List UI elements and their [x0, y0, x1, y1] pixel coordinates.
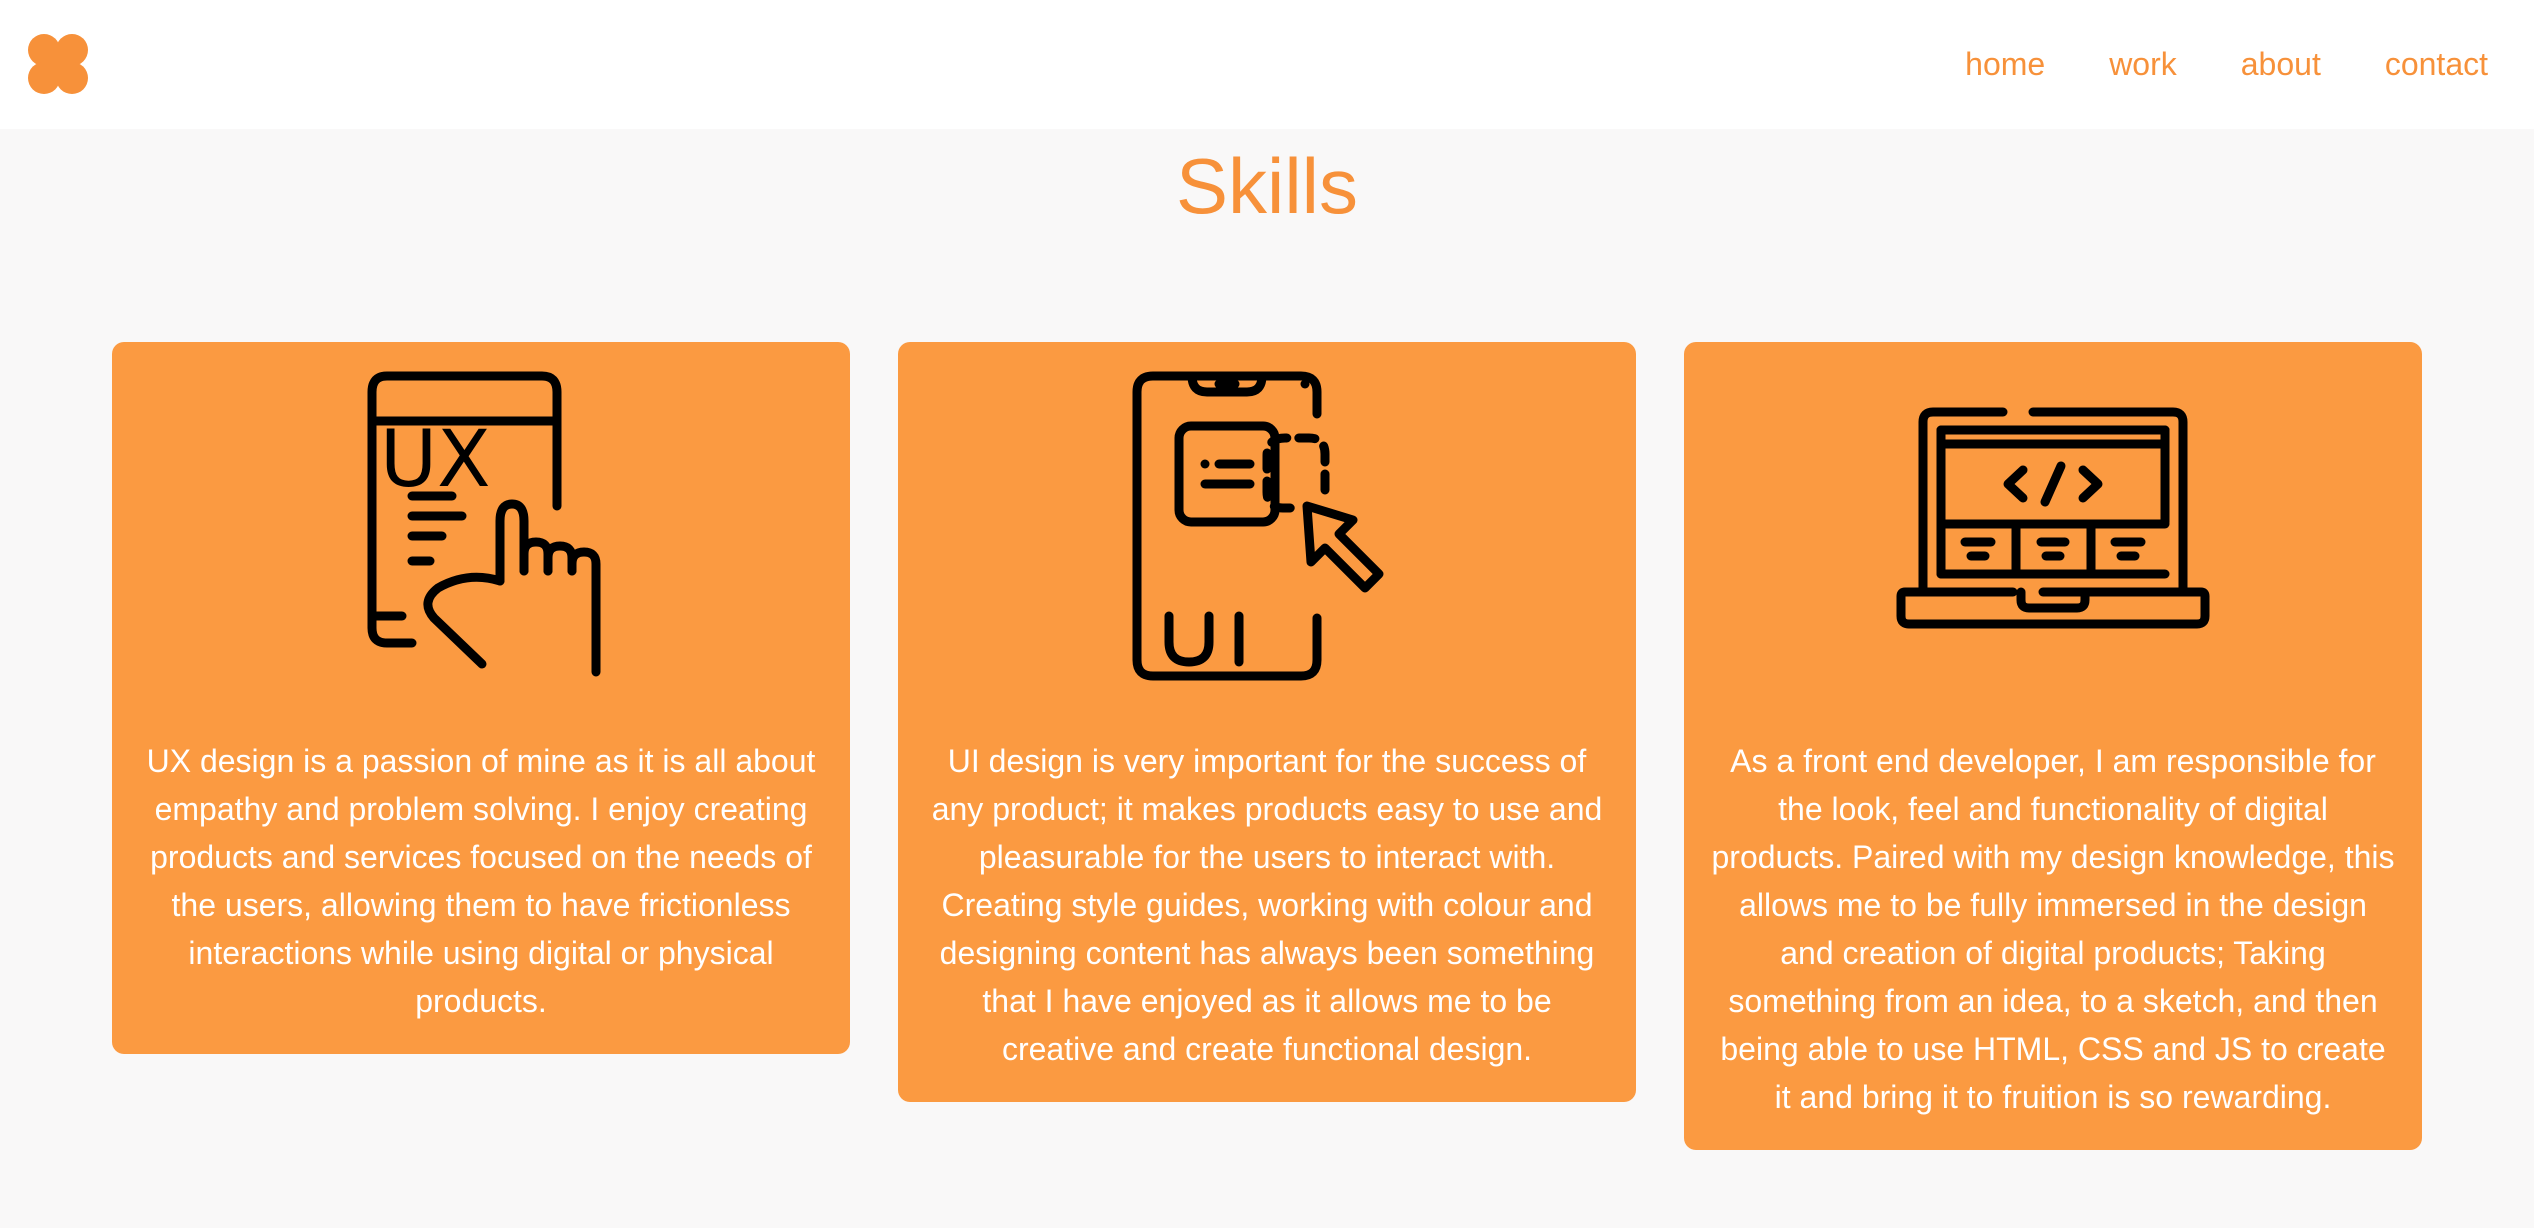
- skill-card-ui: UI design is very important for the succ…: [898, 342, 1636, 1102]
- nav-contact-link[interactable]: contact: [2385, 44, 2488, 84]
- front-end-description: As a front end developer, I am responsib…: [1711, 743, 2395, 1115]
- ux-phone-tap-icon: UX: [367, 371, 601, 677]
- nav-home-link[interactable]: home: [1965, 44, 2045, 84]
- main-nav: home work about contact: [1965, 44, 2488, 84]
- nav-about-link[interactable]: about: [2241, 44, 2321, 84]
- four-petal-flower-icon[interactable]: [18, 28, 98, 100]
- ui-description: UI design is very important for the succ…: [931, 743, 1603, 1067]
- skill-card-front-end: As a front end developer, I am responsib…: [1684, 342, 2422, 1150]
- ux-icon-label: UX: [380, 415, 491, 505]
- laptop-code-icon: [1896, 407, 2210, 629]
- ux-description: UX design is a passion of mine as it is …: [146, 743, 816, 1019]
- page-title: Skills: [1175, 142, 1358, 230]
- site-header: home work about contact: [0, 0, 2534, 129]
- skill-card-ux: UX UX design is a passion of mine as it …: [112, 342, 850, 1054]
- nav-work-link[interactable]: work: [2109, 44, 2177, 84]
- ui-phone-cursor-icon: [1132, 371, 1384, 681]
